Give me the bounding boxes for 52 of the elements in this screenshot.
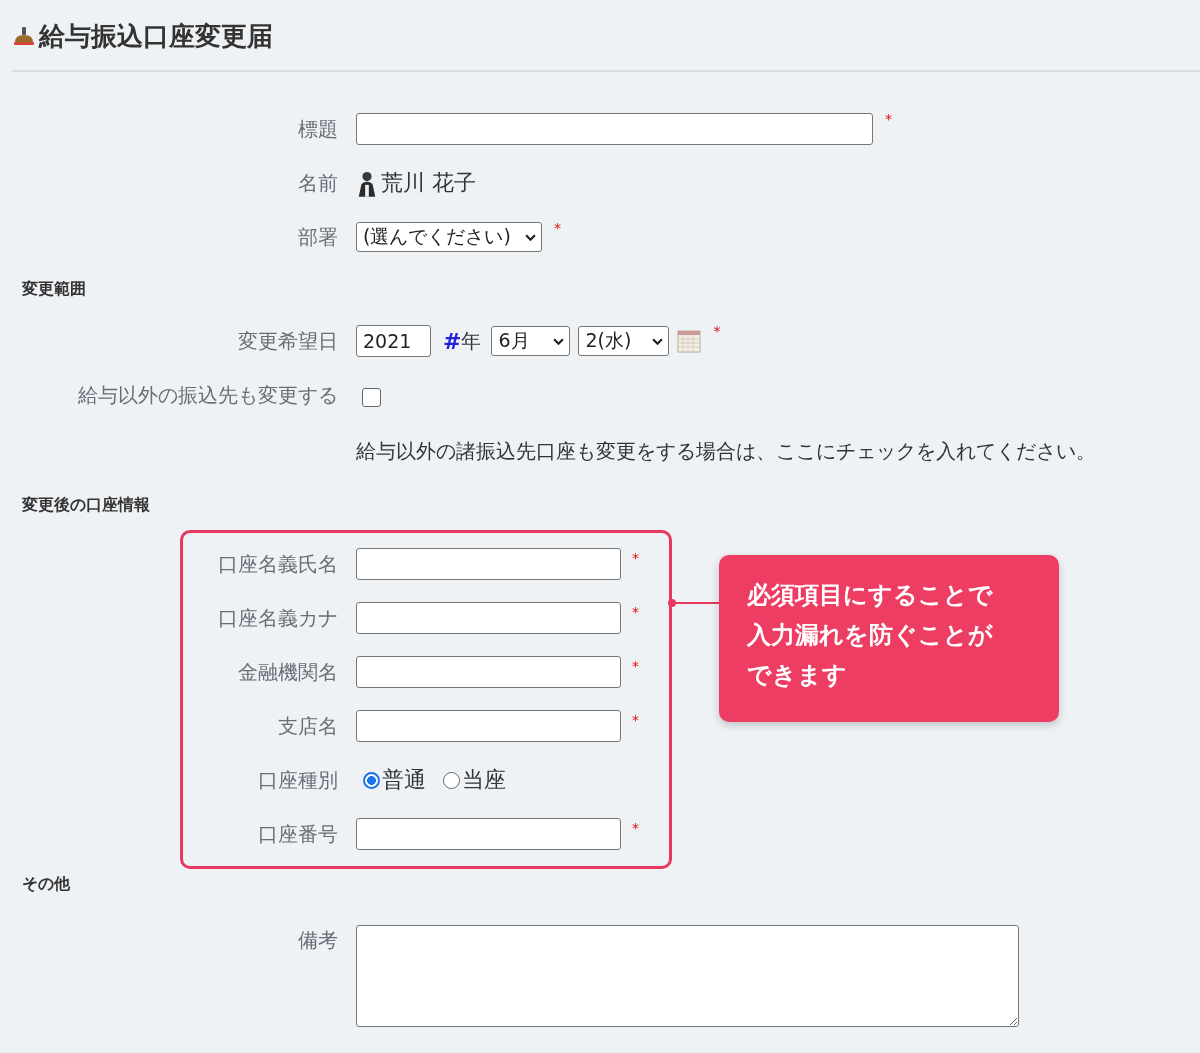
required-mark: * <box>632 604 639 620</box>
required-mark: * <box>632 550 639 566</box>
user-name: 荒川 花子 <box>381 169 476 197</box>
section-heading: その他 <box>22 872 71 895</box>
field-label: 支店名 <box>278 713 338 738</box>
callout-text: できます <box>747 660 847 690</box>
section-heading: 変更後の口座情報 <box>22 493 151 516</box>
page-title: 給与振込口座変更届 <box>39 19 273 53</box>
field-label: 標題 <box>298 116 338 141</box>
field-label: 変更希望日 <box>238 328 338 353</box>
year-field[interactable]: 2021 <box>356 325 431 357</box>
day-select[interactable]: 2(水) <box>578 326 670 356</box>
field-label: 口座種別 <box>258 767 338 792</box>
text-field[interactable] <box>356 602 621 634</box>
field-label: 備考 <box>298 928 338 952</box>
stamp-icon <box>12 24 36 48</box>
text-field[interactable] <box>356 113 873 145</box>
required-mark: * <box>632 712 639 728</box>
remarks-textarea[interactable] <box>356 925 1019 1027</box>
radio-button[interactable] <box>363 771 380 789</box>
field-label: 口座名義氏名 <box>218 551 338 576</box>
chevron-down-icon <box>652 337 664 345</box>
required-mark: * <box>885 111 892 127</box>
field-label: 口座番号 <box>258 821 338 846</box>
callout-text: 必須項目にすることで <box>747 580 993 610</box>
person-avatar-icon <box>356 169 378 197</box>
text-field[interactable] <box>356 548 621 580</box>
chevron-down-icon <box>553 337 565 345</box>
year-unit: 年 <box>461 327 482 355</box>
required-mark: * <box>632 658 639 674</box>
month-select[interactable]: 6月 <box>491 326 571 356</box>
required-mark: * <box>713 323 721 339</box>
required-mark: * <box>554 220 561 236</box>
help-text: 給与以外の諸振込先口座も変更をする場合は、ここにチェックを入れてください。 <box>356 437 1096 465</box>
field-label: 口座名義カナ <box>218 605 338 630</box>
radio-label[interactable]: 普通 <box>382 765 426 795</box>
callout-text: 入力漏れを防ぐことが <box>747 620 993 650</box>
chevron-down-icon <box>525 233 536 241</box>
radio-button[interactable] <box>443 771 460 789</box>
year-link[interactable]: # <box>443 328 462 354</box>
text-field[interactable] <box>356 656 621 688</box>
section-heading: 変更範囲 <box>22 277 87 300</box>
field-label: 部署 <box>298 224 338 249</box>
text-field[interactable] <box>356 818 621 850</box>
radio-label[interactable]: 当座 <box>462 765 506 795</box>
checkbox[interactable] <box>362 387 381 407</box>
text-field[interactable] <box>356 710 621 742</box>
department-select[interactable]: (選んでください) <box>356 222 542 252</box>
field-label: 名前 <box>298 170 338 195</box>
field-label: 給与以外の振込先も変更する <box>78 382 338 407</box>
field-label: 金融機関名 <box>238 659 338 684</box>
required-mark: * <box>632 820 639 836</box>
